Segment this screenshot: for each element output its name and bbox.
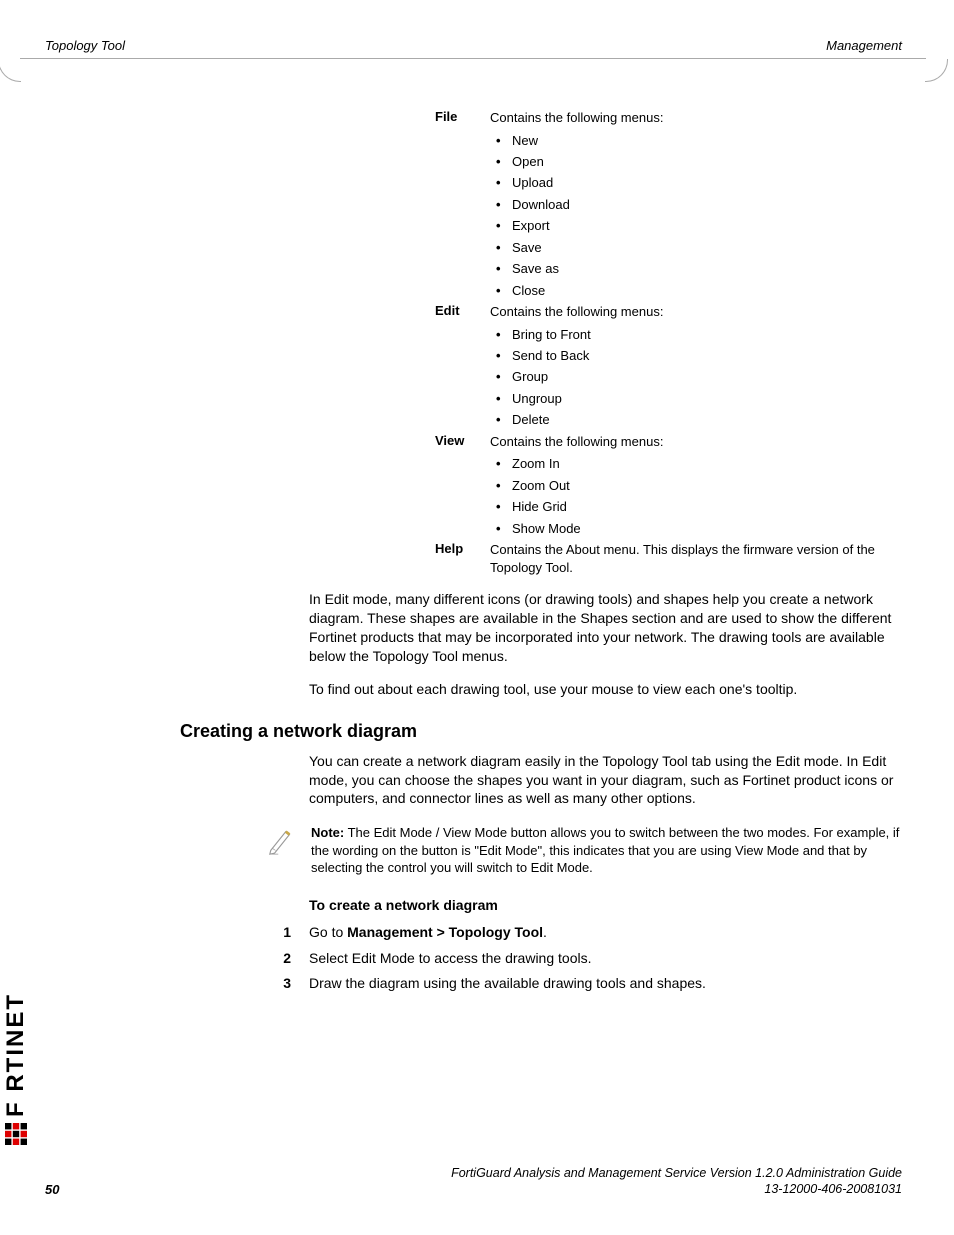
section-heading: Creating a network diagram <box>180 721 902 742</box>
menu-item: Show Mode <box>512 518 895 539</box>
menu-item: Download <box>512 194 895 215</box>
header-left: Topology Tool <box>45 38 125 53</box>
menu-item: New <box>512 130 895 151</box>
menu-item: Hide Grid <box>512 496 895 517</box>
menu-desc: Contains the About menu. This displays t… <box>490 541 895 576</box>
steps-heading: To create a network diagram <box>309 897 902 913</box>
menu-items: Bring to Front Send to Back Group Ungrou… <box>490 324 895 431</box>
logo-mark-icon <box>5 1123 27 1145</box>
menu-items: Zoom In Zoom Out Hide Grid Show Mode <box>490 453 895 539</box>
step-pre: Select Edit Mode to access the drawing t… <box>309 950 591 966</box>
step-number: 1 <box>265 923 309 943</box>
step-row: 3 Draw the diagram using the available d… <box>265 974 902 994</box>
menu-item: Send to Back <box>512 345 895 366</box>
menu-row-help: Help Contains the About menu. This displ… <box>435 541 895 576</box>
note-icon <box>267 826 297 856</box>
menu-label: Help <box>435 541 490 576</box>
note-body: The Edit Mode / View Mode button allows … <box>311 825 899 875</box>
step-number: 2 <box>265 949 309 969</box>
menu-item: Save <box>512 237 895 258</box>
step-pre: Draw the diagram using the available dra… <box>309 975 706 991</box>
header-rule <box>20 58 926 59</box>
note-text: Note: The Edit Mode / View Mode button a… <box>311 824 907 877</box>
menu-item: Zoom Out <box>512 475 895 496</box>
note-block: Note: The Edit Mode / View Mode button a… <box>267 824 907 877</box>
menu-item: Export <box>512 215 895 236</box>
menu-item: Bring to Front <box>512 324 895 345</box>
step-text: Go to Management > Topology Tool. <box>309 923 902 943</box>
menu-label: Edit <box>435 303 490 431</box>
menu-row-view: View Contains the following menus: Zoom … <box>435 433 895 539</box>
menu-item: Ungroup <box>512 388 895 409</box>
menu-desc: Contains the following menus: Zoom In Zo… <box>490 433 895 539</box>
step-text: Draw the diagram using the available dra… <box>309 974 902 994</box>
menu-item: Delete <box>512 409 895 430</box>
menu-desc: Contains the following menus: Bring to F… <box>490 303 895 431</box>
menu-row-edit: Edit Contains the following menus: Bring… <box>435 303 895 431</box>
paragraph: In Edit mode, many different icons (or d… <box>309 590 904 666</box>
footer-line1: FortiGuard Analysis and Management Servi… <box>45 1165 902 1181</box>
menu-item: Upload <box>512 172 895 193</box>
header-right: Management <box>826 38 902 53</box>
menu-item: Open <box>512 151 895 172</box>
menu-label: File <box>435 109 490 301</box>
step-pre: Go to <box>309 924 347 940</box>
page-number: 50 <box>45 1182 59 1197</box>
menu-items: New Open Upload Download Export Save Sav… <box>490 130 895 302</box>
menu-row-file: File Contains the following menus: New O… <box>435 109 895 301</box>
step-post: . <box>543 924 547 940</box>
step-row: 2 Select Edit Mode to access the drawing… <box>265 949 902 969</box>
fortinet-logo: F RTINET <box>2 993 30 1145</box>
footer-line2: 13-12000-406-20081031 <box>45 1181 902 1197</box>
step-bold: Management > Topology Tool <box>347 924 543 940</box>
page-footer: FortiGuard Analysis and Management Servi… <box>45 1165 902 1198</box>
menu-item: Save as <box>512 258 895 279</box>
step-number: 3 <box>265 974 309 994</box>
logo-text: F RTINET <box>2 993 30 1117</box>
paragraph: You can create a network diagram easily … <box>309 752 904 809</box>
step-text: Select Edit Mode to access the drawing t… <box>309 949 902 969</box>
menu-intro: Contains the following menus: <box>490 304 663 319</box>
step-row: 1 Go to Management > Topology Tool. <box>265 923 902 943</box>
menu-item: Group <box>512 366 895 387</box>
menu-label: View <box>435 433 490 539</box>
steps-list: 1 Go to Management > Topology Tool. 2 Se… <box>265 923 902 994</box>
menu-desc: Contains the following menus: New Open U… <box>490 109 895 301</box>
menu-item: Zoom In <box>512 453 895 474</box>
menu-item: Close <box>512 280 895 301</box>
menu-intro: Contains the following menus: <box>490 434 663 449</box>
paragraph: To find out about each drawing tool, use… <box>309 680 904 699</box>
note-label: Note: <box>311 825 344 840</box>
menu-table: File Contains the following menus: New O… <box>435 109 895 576</box>
menu-intro: Contains the About menu. This displays t… <box>490 542 875 575</box>
menu-intro: Contains the following menus: <box>490 110 663 125</box>
